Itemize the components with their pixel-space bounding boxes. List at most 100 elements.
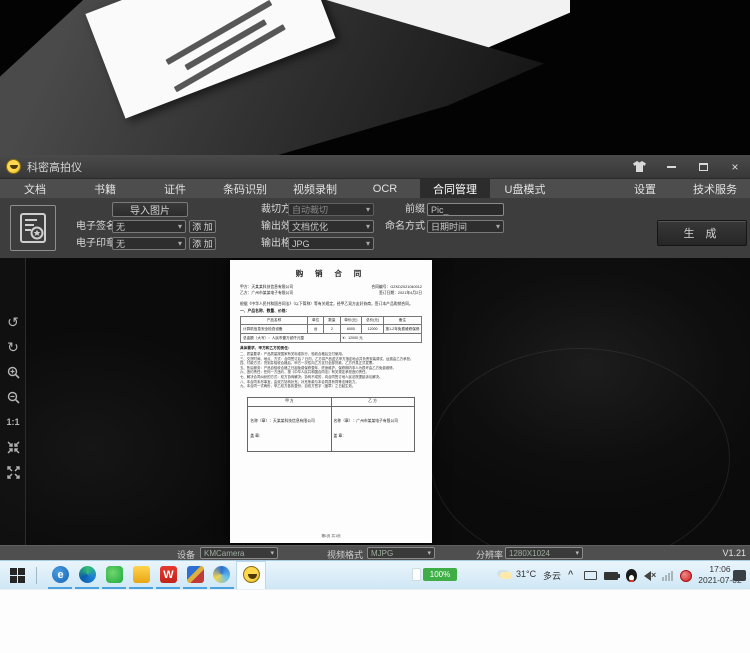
close-button[interactable]: × <box>726 160 744 174</box>
chevron-down-icon: ▾ <box>178 239 182 248</box>
tray-qq-icon[interactable] <box>626 569 637 582</box>
app-icon[interactable] <box>187 566 204 583</box>
table-row: 计算机信息安全检查设备 台 2 6000 12000 按1-2年免费维修保修 <box>241 325 422 334</box>
status-bar: 设备 KMCamera ▾ 视频格式 MJPG ▾ 分辨率 1280X1024 … <box>0 545 750 560</box>
contract-section1: 一、产品名称、数量、价格： <box>240 309 422 314</box>
contract-parties: 甲方：天某某科技信息有限公司 乙方：广州市某某电子有限公司 <box>240 284 293 296</box>
tray-display-icon[interactable] <box>584 571 597 580</box>
naming-dropdown[interactable]: 日期时间 ▾ <box>427 220 504 233</box>
app-swirl-icon[interactable] <box>213 566 230 583</box>
chevron-down-icon: ▾ <box>427 549 431 557</box>
preview-canvas: ↺ ↻ 1:1 <box>0 258 750 545</box>
prefix-input[interactable] <box>427 203 504 216</box>
tab-spacer <box>560 179 610 198</box>
tray-security-icon[interactable] <box>680 570 692 582</box>
toolbar: 导入图片 裁切方式 自动裁切 ▾ 前缀 电子签名 无 ▾ 添 加 输出效果 文档… <box>0 198 750 258</box>
contract-preview-page: 购 销 合 同 甲方：天某某科技信息有限公司 乙方：广州市某某电子有限公司 合同… <box>230 260 432 543</box>
video-format-dropdown[interactable]: MJPG ▾ <box>367 547 435 559</box>
minimize-button[interactable] <box>662 160 680 174</box>
battery-widget[interactable]: 100% <box>412 568 457 581</box>
zoom-out-button[interactable] <box>0 387 26 407</box>
resolution-dropdown[interactable]: 1280X1024 ▾ <box>505 547 583 559</box>
eseal-dropdown[interactable]: 无 ▾ <box>112 237 186 250</box>
tab-ocr[interactable]: OCR <box>350 179 420 198</box>
product-table: 产品名称 单位 数量 单价(元) 总价(元) 备注 计算机信息安全检查设备 台 … <box>240 316 422 344</box>
tab-settings[interactable]: 设置 <box>610 179 680 198</box>
chevron-down-icon: ▾ <box>575 549 579 557</box>
product-photo <box>0 0 750 155</box>
tray-expand-icon[interactable]: ^ <box>568 569 573 579</box>
signature-table: 甲 方 乙 方 名称（章）：天某某科技信息有限公司 盖 章： 名称（章）：广州市… <box>247 397 414 452</box>
effect-dropdown[interactable]: 文档优化 ▾ <box>288 220 374 233</box>
chevron-down-icon: ▾ <box>366 205 370 214</box>
device-dropdown[interactable]: KMCamera ▾ <box>200 547 278 559</box>
term-line: 九、本合同一式两份，甲乙双方各执壹份，自双方签字（盖章）之日起生效。 <box>240 384 422 389</box>
contract-intro: 根据《中华人民共和国合同法》（以下简称）等有关规定，经甲乙双方友好协商，签订本产… <box>240 302 422 307</box>
zoom-in-button[interactable] <box>0 362 26 382</box>
page-footer: 第1页 共1页 <box>230 534 432 539</box>
tray-network-icon[interactable] <box>662 571 673 581</box>
table-total-row: 总金额（大写）：人民币壹万贰仟元整 ¥：12000 元 <box>241 334 422 343</box>
app-logo-icon <box>6 159 21 174</box>
browser-icon[interactable]: e <box>52 566 69 583</box>
weather-icon <box>500 572 512 579</box>
tray-volume-muted-icon[interactable] <box>644 571 651 581</box>
eseal-label: 电子印章 <box>76 237 116 250</box>
chevron-down-icon: ▾ <box>366 239 370 248</box>
edge-icon[interactable] <box>79 566 96 583</box>
tab-contract-management[interactable]: 合同管理 <box>420 179 490 198</box>
tray-battery-icon[interactable] <box>604 572 618 580</box>
wechat-icon[interactable] <box>106 566 123 583</box>
battery-percent: 100% <box>423 568 457 581</box>
tab-usb-mode[interactable]: U盘模式 <box>490 179 560 198</box>
rotate-right-button[interactable]: ↻ <box>0 337 26 357</box>
start-button[interactable] <box>10 568 25 583</box>
rotate-left-button[interactable]: ↺ <box>0 312 26 332</box>
crop-method-dropdown[interactable]: 自动裁切 ▾ <box>288 203 374 216</box>
page-margin <box>0 589 750 653</box>
tab-tech-service[interactable]: 技术服务 <box>680 179 750 198</box>
chevron-down-icon: ▾ <box>496 222 500 231</box>
title-bar: 科密高拍仪 × <box>0 155 750 179</box>
image-tool-strip: ↺ ↻ 1:1 <box>0 258 26 545</box>
chevron-down-icon: ▾ <box>270 549 274 557</box>
screen: 科密高拍仪 × 文档 书籍 证件 条码识别 视频录制 OCR 合同管理 U盘模式… <box>0 0 750 653</box>
naming-label: 命名方式 <box>385 220 425 233</box>
skin-icon[interactable] <box>630 160 648 174</box>
taskbar-separator <box>36 567 37 584</box>
canvas-decoration <box>0 318 260 545</box>
tab-bar: 文档 书籍 证件 条码识别 视频录制 OCR 合同管理 U盘模式 设置 技术服务 <box>0 179 750 198</box>
scanner-app-icon[interactable] <box>243 566 260 583</box>
actual-size-button[interactable]: 1:1 <box>0 412 26 432</box>
tab-idcard[interactable]: 证件 <box>140 179 210 198</box>
weather-condition[interactable]: 多云 <box>543 569 561 582</box>
weather-temp[interactable]: 31°C <box>516 569 536 579</box>
chevron-down-icon: ▾ <box>178 222 182 231</box>
esign-add-button[interactable]: 添 加 <box>189 220 216 233</box>
contract-mode-icon <box>10 205 56 251</box>
chevron-down-icon: ▾ <box>366 222 370 231</box>
taskbar: e W 100% 31°C 多云 ^ 17:06 20 <box>0 560 750 589</box>
contract-meta: 合同编号：GZKD2021040012 签订日期：2021年4月2日 <box>371 284 422 296</box>
app-title: 科密高拍仪 <box>27 159 82 175</box>
wps-icon[interactable]: W <box>160 566 177 583</box>
version-text: V1.21 <box>722 548 746 558</box>
contract-title: 购 销 合 同 <box>240 269 422 279</box>
prefix-label: 前缀 <box>405 203 425 216</box>
eseal-add-button[interactable]: 添 加 <box>189 237 216 250</box>
battery-icon <box>412 568 421 581</box>
restore-button[interactable] <box>694 160 712 174</box>
tab-document[interactable]: 文档 <box>0 179 70 198</box>
esign-dropdown[interactable]: 无 ▾ <box>112 220 186 233</box>
format-dropdown[interactable]: JPG ▾ <box>288 237 374 250</box>
file-explorer-icon[interactable] <box>133 566 150 583</box>
tab-barcode[interactable]: 条码识别 <box>210 179 280 198</box>
notification-center-icon[interactable] <box>733 570 746 581</box>
import-image-button[interactable]: 导入图片 <box>112 202 188 217</box>
tab-book[interactable]: 书籍 <box>70 179 140 198</box>
generate-button[interactable]: 生 成 <box>657 220 747 246</box>
esign-label: 电子签名 <box>76 220 116 233</box>
fullscreen-button[interactable] <box>0 462 26 482</box>
tab-video-record[interactable]: 视频录制 <box>280 179 350 198</box>
fit-screen-button[interactable] <box>0 437 26 457</box>
